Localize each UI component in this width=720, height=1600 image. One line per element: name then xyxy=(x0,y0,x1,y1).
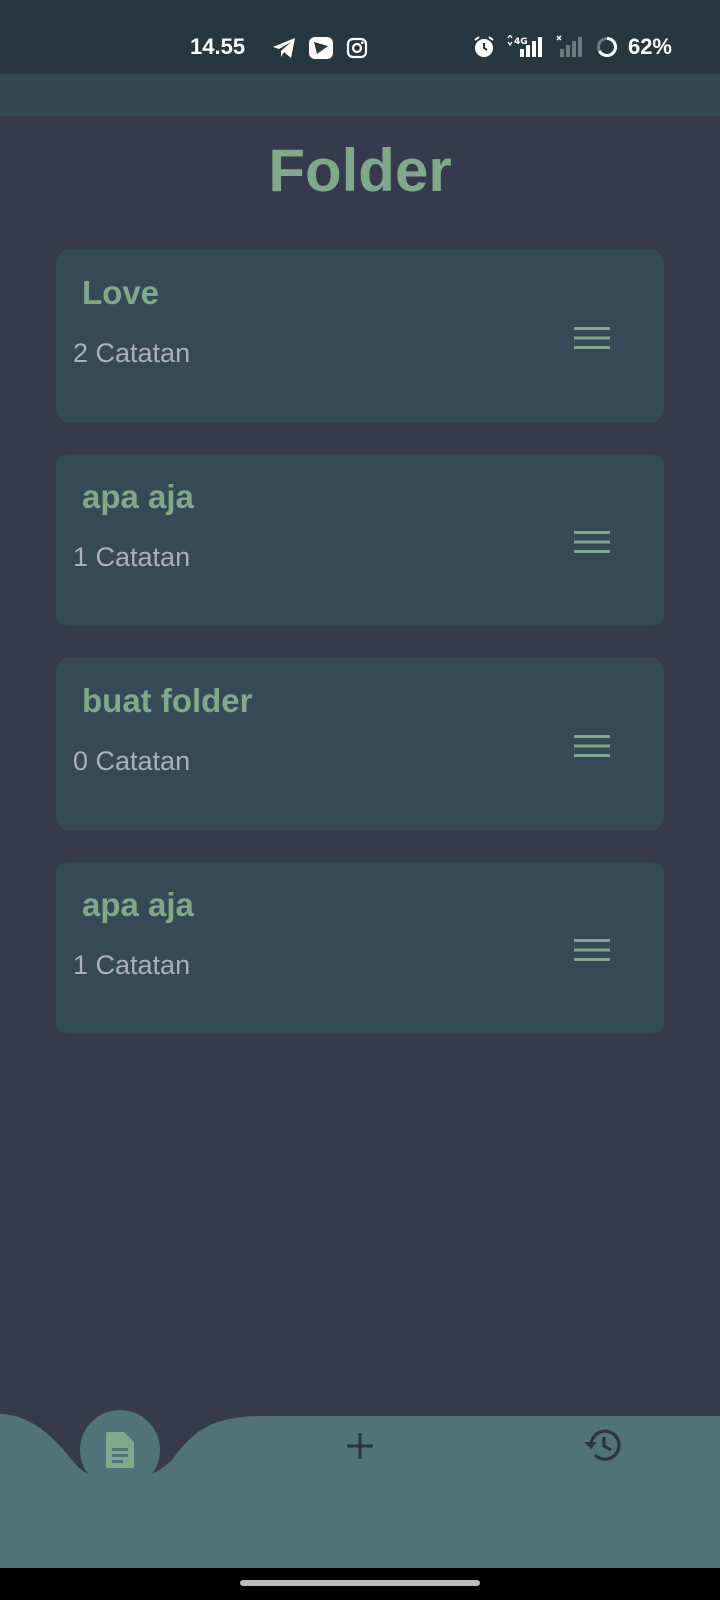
menu-icon[interactable] xyxy=(572,730,612,762)
folder-name: apa aja xyxy=(82,478,194,515)
note-icon xyxy=(106,1432,134,1468)
system-gesture-bar xyxy=(0,1568,720,1600)
svg-text:4G: 4G xyxy=(514,37,528,47)
home-gesture-handle[interactable] xyxy=(240,1580,480,1586)
folder-note-count: 0 Catatan xyxy=(73,746,191,776)
alarm-icon xyxy=(474,36,494,57)
status-notification-icons xyxy=(272,36,368,60)
folder-note-count: 1 Catatan xyxy=(73,542,191,572)
folder-name: Love xyxy=(82,274,160,311)
history-icon xyxy=(584,1429,621,1461)
telegram-icon xyxy=(273,38,295,58)
folder-screen: 14.55 4G 62% Folder Love 2 Catatan apa a… xyxy=(0,0,720,1600)
folder-name: apa aja xyxy=(82,886,194,923)
folder-card[interactable]: buat folder 0 Catatan xyxy=(56,658,664,830)
status-time: 14.55 xyxy=(190,34,246,59)
folder-name: buat folder xyxy=(82,682,253,719)
battery-icon xyxy=(596,37,617,57)
menu-icon[interactable] xyxy=(572,934,612,966)
folder-note-count: 2 Catatan xyxy=(73,338,191,368)
folder-card[interactable]: Love 2 Catatan xyxy=(56,250,664,422)
nav-add-button[interactable] xyxy=(336,1422,384,1470)
folder-card[interactable]: apa aja 1 Catatan xyxy=(56,454,664,626)
status-system-icons: 4G 62% xyxy=(472,34,672,60)
bottom-navigation-bar xyxy=(0,1378,720,1568)
battery-percentage: 62% xyxy=(627,34,672,59)
signal-4g-icon: 4G xyxy=(507,35,542,57)
page-title: Folder xyxy=(268,137,452,204)
plus-icon xyxy=(347,1433,373,1459)
nav-notes-button[interactable] xyxy=(80,1410,160,1490)
folder-list: Love 2 Catatan apa aja 1 Catatan buat fo… xyxy=(56,250,664,1066)
menu-icon[interactable] xyxy=(572,526,612,558)
instagram-icon xyxy=(346,37,368,59)
menu-icon[interactable] xyxy=(572,322,612,354)
app-bar xyxy=(0,74,720,116)
folder-note-count: 1 Catatan xyxy=(73,950,191,980)
nav-history-button[interactable] xyxy=(576,1420,626,1470)
status-bar: 14.55 4G 62% xyxy=(0,0,720,74)
folder-card[interactable]: apa aja 1 Catatan xyxy=(56,862,664,1034)
video-app-icon xyxy=(309,37,333,59)
signal-no-service-icon xyxy=(556,35,582,57)
